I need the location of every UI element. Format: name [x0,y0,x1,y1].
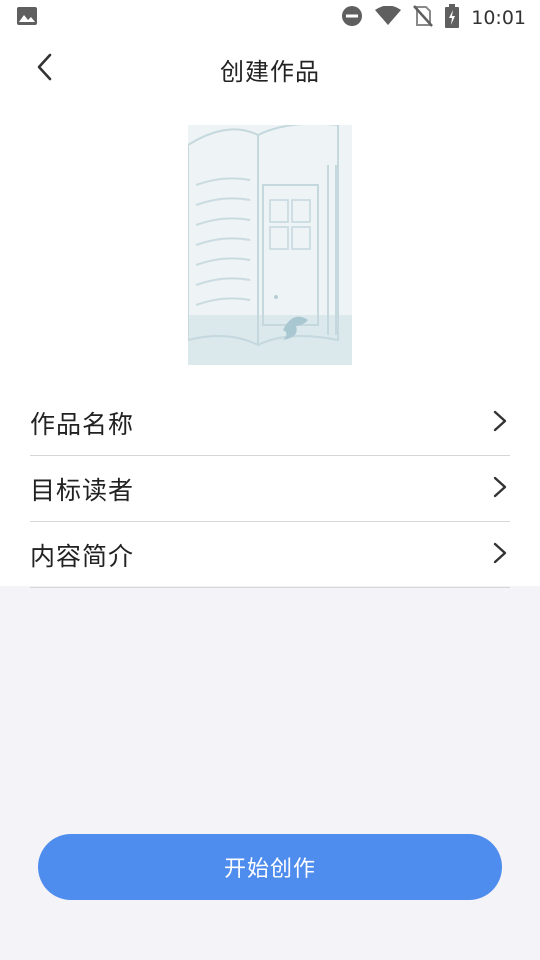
back-button[interactable] [20,44,70,94]
form-list: 作品名称 目标读者 内容简介 [30,390,510,588]
chevron-right-icon [492,409,510,437]
app-bar: 创建作品 [0,36,540,102]
create-work-form: 作品名称 目标读者 内容简介 [0,102,540,588]
wifi-icon [375,5,402,30]
status-bar: 10:01 [0,0,540,36]
chevron-right-icon [492,541,510,569]
do-not-disturb-icon [341,5,363,31]
work-name-row[interactable]: 作品名称 [30,390,510,456]
page-title: 创建作品 [220,57,320,86]
synopsis-row[interactable]: 内容简介 [30,522,510,588]
target-readers-row[interactable]: 目标读者 [30,456,510,522]
image-icon [16,6,38,30]
start-creating-label: 开始创作 [223,857,316,882]
chevron-right-icon [492,475,510,503]
start-creating-button[interactable]: 开始创作 [38,834,502,900]
battery-charging-icon [445,4,460,32]
chevron-left-icon [36,53,54,85]
synopsis-label: 内容简介 [30,541,135,571]
book-cover-image[interactable] [188,125,352,365]
work-name-label: 作品名称 [30,409,135,439]
book-cover-illustration [188,125,352,365]
clock: 10:01 [471,7,526,29]
target-readers-label: 目标读者 [30,475,135,505]
no-sim-icon [413,5,434,31]
